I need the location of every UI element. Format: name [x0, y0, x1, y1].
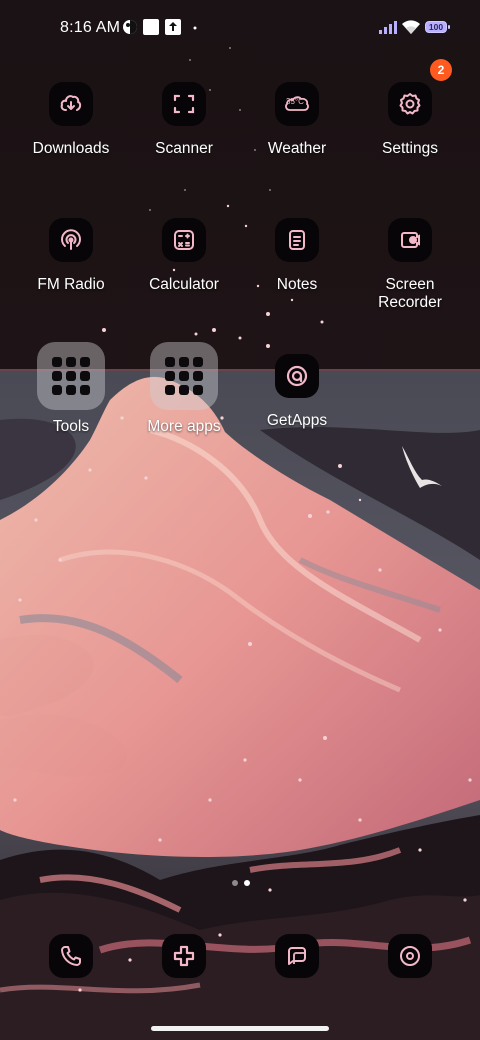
app-scanner[interactable]: Scanner [129, 82, 239, 158]
app-getapps[interactable]: GetApps [242, 354, 352, 430]
app-label: Notes [276, 276, 318, 293]
status-bar: 8:16 AM 100 [0, 0, 480, 56]
gesture-navigation-bar[interactable] [151, 1026, 329, 1031]
download-cloud-icon [49, 82, 93, 126]
calculator-icon [162, 218, 206, 262]
health-cross-icon[interactable] [162, 934, 206, 978]
page-indicator-1[interactable] [232, 880, 238, 886]
folder-more-apps[interactable]: More apps [129, 342, 239, 436]
signal-icon [379, 21, 397, 34]
battery-level: 100 [428, 22, 444, 32]
dot-icon [193, 26, 197, 30]
app-label: Downloads [32, 140, 110, 157]
upload-icon [165, 19, 181, 35]
notification-badge: 2 [430, 59, 452, 81]
app-label: Weather [267, 140, 327, 157]
app-label: Screen Recorder [378, 276, 442, 311]
folder-icon [150, 342, 218, 410]
gear-icon [388, 82, 432, 126]
folder-label: Tools [52, 418, 90, 435]
chat-bubble-icon[interactable] [275, 934, 319, 978]
wifi-icon [402, 20, 420, 34]
radio-icon [49, 218, 93, 262]
app-label: Calculator [149, 276, 219, 293]
weather-cloud-icon: 35°C [275, 82, 319, 126]
app-fm-radio[interactable]: FM Radio [16, 218, 126, 294]
app-label: GetApps [266, 412, 328, 429]
app-label: Scanner [155, 140, 213, 157]
app-label: Settings [381, 140, 438, 157]
folder-label: More apps [147, 418, 221, 435]
app-downloads[interactable]: Downloads [16, 82, 126, 158]
folder-tools[interactable]: Tools [16, 342, 126, 436]
square-notification-icon [143, 19, 159, 35]
app-calculator[interactable]: Calculator [129, 218, 239, 294]
weather-temp: 35°C [286, 97, 304, 106]
app-notes[interactable]: Notes [242, 218, 352, 294]
scan-frame-icon [162, 82, 206, 126]
app-settings[interactable]: Settings [355, 82, 465, 158]
status-time: 8:16 AM [60, 19, 121, 36]
app-weather[interactable]: 35°C Weather [242, 82, 352, 158]
music-disc-icon[interactable] [388, 934, 432, 978]
battery-icon: 100 [425, 21, 450, 33]
screen-recorder-icon [388, 218, 432, 262]
app-label: FM Radio [37, 276, 105, 293]
folder-icon [37, 342, 105, 410]
do-not-disturb-icon [123, 20, 137, 34]
phone-icon[interactable] [49, 934, 93, 978]
getapps-icon [275, 354, 319, 398]
app-screen-recorder[interactable]: Screen Recorder [355, 218, 465, 312]
notes-icon [275, 218, 319, 262]
page-indicator-2[interactable] [244, 880, 250, 886]
